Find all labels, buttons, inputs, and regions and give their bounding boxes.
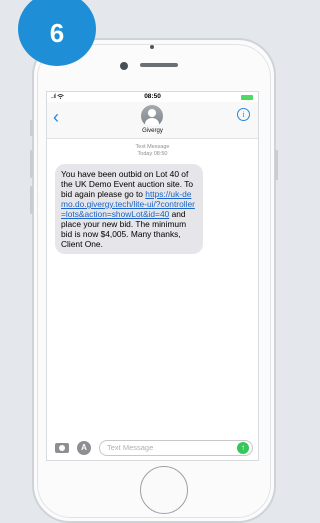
- volume-up-button: [30, 150, 33, 178]
- message-type-label: Text Message: [135, 144, 170, 150]
- volume-down-button: [30, 186, 33, 214]
- battery-icon: [241, 95, 253, 100]
- chevron-left-icon[interactable]: ‹: [53, 108, 59, 126]
- app-store-icon[interactable]: A: [77, 441, 91, 455]
- mute-switch: [30, 120, 33, 136]
- home-button[interactable]: [140, 466, 188, 514]
- contact-name[interactable]: Givergy: [47, 128, 258, 134]
- power-button: [275, 150, 278, 180]
- camera-icon[interactable]: [55, 443, 69, 453]
- proximity-sensor: [150, 45, 154, 49]
- phone-screen: ..ıl 08:50 ‹ Givergy i Text Message Toda…: [46, 91, 259, 461]
- message-input[interactable]: Text Message ↑: [99, 440, 253, 456]
- info-icon[interactable]: i: [237, 108, 250, 121]
- message-bubble: You have been outbid on Lot 40 of the UK…: [55, 164, 203, 254]
- front-camera: [120, 62, 128, 70]
- message-composer: A Text Message ↑: [47, 436, 258, 460]
- message-input-placeholder: Text Message: [107, 443, 154, 452]
- conversation-header: ‹ Givergy i: [47, 102, 258, 139]
- message-timestamp: Today 08:50: [137, 151, 168, 157]
- message-meta: Text Message Today 08:50: [47, 144, 258, 158]
- earpiece-speaker: [140, 63, 178, 67]
- status-time: 08:50: [144, 93, 161, 100]
- avatar[interactable]: [141, 105, 163, 127]
- send-arrow-icon[interactable]: ↑: [237, 442, 249, 454]
